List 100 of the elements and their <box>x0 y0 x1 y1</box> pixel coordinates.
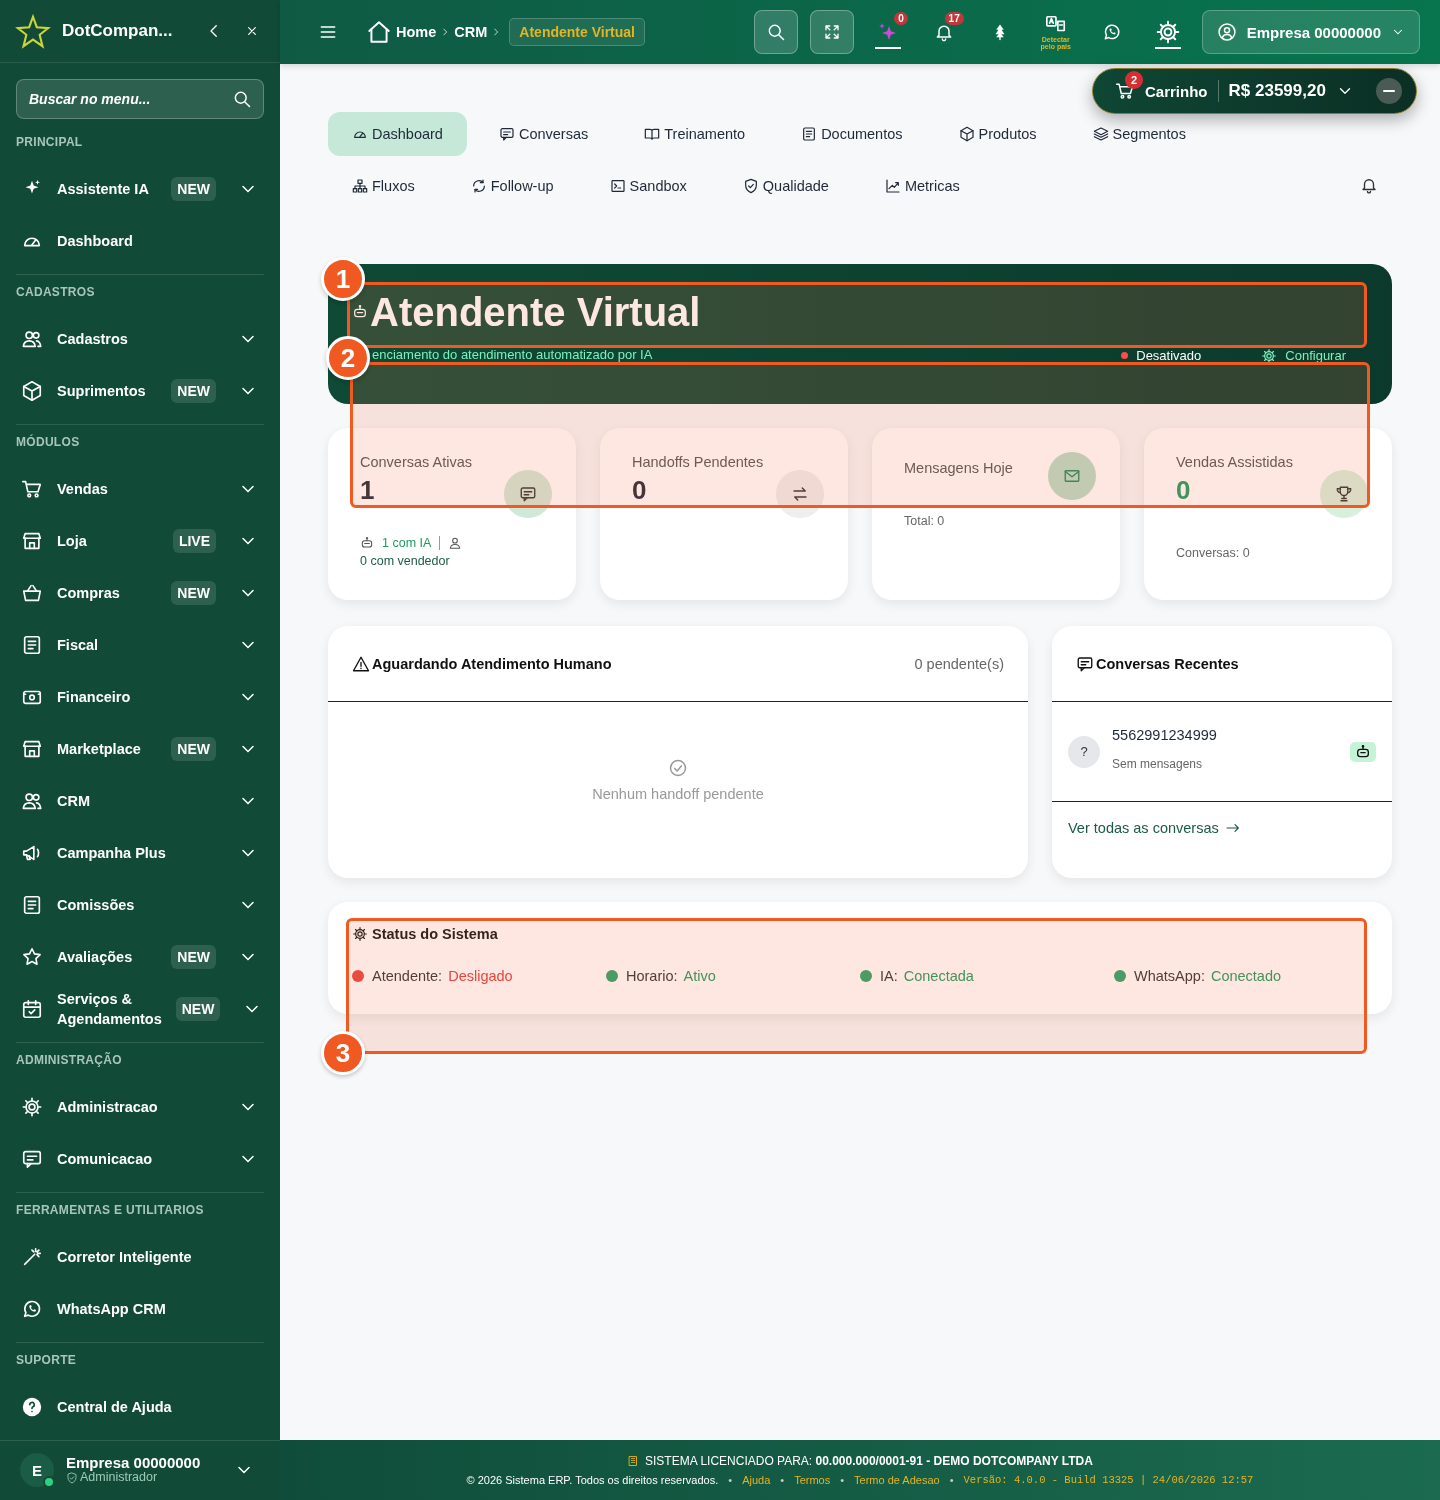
minus-icon <box>1382 90 1395 92</box>
status-label: IA: <box>880 968 898 984</box>
building-icon <box>627 1455 640 1467</box>
view-all-link[interactable]: Ver todas as conversas <box>1052 802 1392 854</box>
notifications-button[interactable]: 17 <box>921 10 966 54</box>
pending-count: 0 pendente(s) <box>914 655 1004 672</box>
tab[interactable]: Produtos <box>934 112 1061 156</box>
license-text: SISTEMA LICENCIADO PARA: 00.000.000/0001-91 - DEMO DOTCOMPANY LTDA <box>645 1454 1093 1468</box>
stat-value: 1 <box>360 476 375 504</box>
tab[interactable]: Metricas <box>860 164 984 208</box>
tab[interactable]: Conversas <box>474 112 613 156</box>
tab[interactable]: Fluxos <box>328 164 439 208</box>
status-label: Horario: <box>626 968 678 984</box>
panel-title: Conversas Recentes <box>1096 655 1239 672</box>
ai-button[interactable]: 0 <box>865 10 910 54</box>
sidebar-item[interactable]: Vendas <box>16 462 264 515</box>
chat-icon <box>1076 654 1094 673</box>
sidebar-item[interactable]: WhatsApp CRM <box>16 1282 264 1335</box>
user-name: Empresa 00000000 <box>66 1455 202 1471</box>
sidebar-item[interactable]: Avaliações NEW <box>16 930 264 983</box>
check-circle-icon <box>668 758 688 778</box>
robot-icon <box>1350 741 1376 762</box>
separator-dot: • <box>780 1474 785 1486</box>
status-label: Desativado <box>1099 349 1224 362</box>
count-badge: 0 <box>894 12 908 25</box>
stat-detail: 0 com vendedor <box>360 554 450 568</box>
tab[interactable]: Documentos <box>777 112 927 156</box>
breadcrumb-link[interactable]: CRM <box>454 24 488 40</box>
user-avatar: E <box>20 1453 54 1488</box>
sidebar-item[interactable]: Fiscal <box>16 618 264 671</box>
sidebar-item[interactable]: Comunicacao <box>16 1132 264 1185</box>
stat-value: 0 <box>1176 476 1191 504</box>
sidebar-item[interactable]: Loja LIVE <box>16 514 264 567</box>
settings-icon <box>1261 347 1278 364</box>
sidebar-item[interactable]: Marketplace NEW <box>16 722 264 775</box>
sidebar-item[interactable]: Serviços & Agendamentos NEW <box>16 982 264 1035</box>
fullscreen-button[interactable] <box>809 10 854 54</box>
footer-link[interactable]: Ajuda <box>742 1474 771 1486</box>
sidebar-item[interactable]: Compras NEW <box>16 566 264 619</box>
footer-link[interactable]: Termos <box>794 1474 831 1486</box>
sidebar-item[interactable]: Assistente IA NEW <box>16 162 264 215</box>
cart-label: Carrinho <box>1145 82 1208 100</box>
settings-icon <box>352 926 368 942</box>
cart-widget[interactable]: 2 Carrinho R$ 23599,20 <box>1092 68 1417 114</box>
new-tag: NEW <box>171 736 216 761</box>
tab[interactable]: Sandbox <box>585 164 711 208</box>
user-menu[interactable]: E Empresa 00000000 Administrador <box>0 1439 280 1500</box>
settings-icon <box>1154 19 1181 45</box>
account-dropdown[interactable]: Empresa 00000000 <box>1201 10 1420 54</box>
sidebar-item[interactable]: Central de Ajuda <box>16 1380 264 1433</box>
stat-title: Vendas Assistidas <box>1176 454 1294 470</box>
sidebar-item[interactable]: Corretor Inteligente <box>16 1230 264 1283</box>
page-subtitle: enciamento do atendimento automatizado por IA <box>372 348 653 362</box>
sidebar-item[interactable]: Campanha Plus <box>16 826 264 879</box>
stat-title: Handoffs Pendentes <box>632 454 765 470</box>
stat-note: Total: 0 <box>904 514 946 528</box>
user-icon <box>448 536 463 550</box>
minimize-button[interactable] <box>1375 78 1402 104</box>
trophy-icon <box>1320 470 1368 518</box>
new-tag: NEW <box>175 996 221 1021</box>
tab[interactable]: Segmentos <box>1068 112 1210 156</box>
section-heading: CADASTROS <box>16 283 96 301</box>
tab[interactable]: Dashboard <box>328 112 467 156</box>
separator-dot: • <box>949 1474 954 1486</box>
warning-icon <box>352 654 370 673</box>
contact-avatar: ? <box>1068 735 1100 768</box>
status-label: Atendente: <box>372 968 443 984</box>
sidebar-item[interactable]: CRM <box>16 774 264 827</box>
count-badge: 2 <box>1125 71 1143 89</box>
shield-icon <box>742 178 759 194</box>
tab[interactable]: Follow-up <box>446 164 578 208</box>
separator-dot: • <box>840 1474 845 1486</box>
configure-button[interactable]: Configurar <box>1239 349 1368 362</box>
sidebar-item[interactable]: Administracao <box>16 1080 264 1133</box>
version-text: Versão: 4.0.0 - Build 13325 | 24/06/2026 12:57 <box>963 1474 1254 1486</box>
message-preview: Sem mensagens <box>1112 756 1204 771</box>
shield-icon <box>66 1472 78 1484</box>
sidebar-item[interactable]: Comissões <box>16 878 264 931</box>
section-heading: MÓDULOS <box>16 433 81 451</box>
conversation-item[interactable]: ? 5562991234999 Sem mensagens <box>1052 702 1392 802</box>
status-value: Conectado <box>1210 968 1282 984</box>
tab[interactable]: Treinamento <box>620 112 770 156</box>
sidebar-item[interactable]: Suprimentos NEW <box>16 364 264 417</box>
calendar-icon <box>21 997 43 1020</box>
new-tag: NEW <box>171 580 216 605</box>
search-button[interactable] <box>753 10 798 54</box>
sidebar-item[interactable]: Financeiro <box>16 670 264 723</box>
footer-link[interactable]: Termo de Adesao <box>854 1474 940 1486</box>
robot-icon <box>360 536 374 550</box>
robot-icon <box>352 304 368 320</box>
book-icon <box>644 126 661 142</box>
sidebar-item[interactable]: Cadastros <box>16 312 264 365</box>
breadcrumb-link[interactable]: Home <box>396 24 437 40</box>
new-tag: NEW <box>171 176 216 201</box>
sidebar-item[interactable]: Dashboard <box>16 214 264 267</box>
trend-icon <box>884 178 901 194</box>
new-tag: LIVE <box>172 528 216 553</box>
card-title: Status do Sistema <box>372 926 498 942</box>
contact-number: 5562991234999 <box>1112 726 1218 743</box>
tab[interactable]: Qualidade <box>718 164 853 208</box>
